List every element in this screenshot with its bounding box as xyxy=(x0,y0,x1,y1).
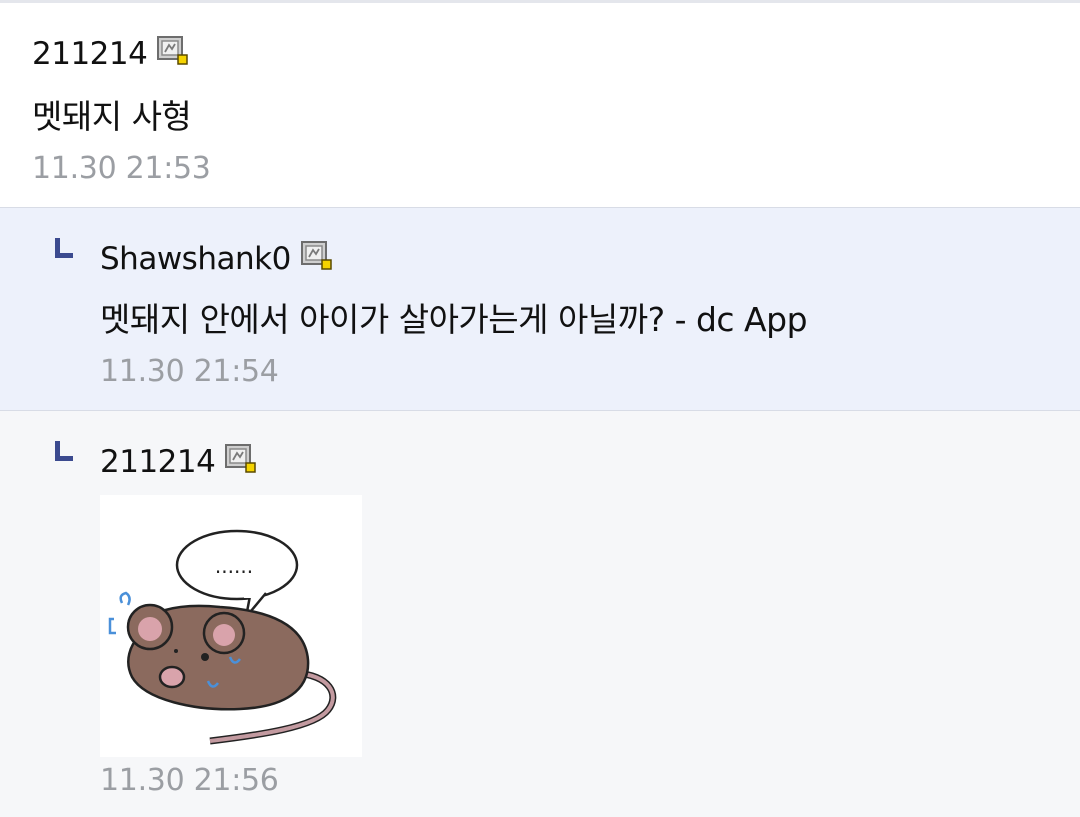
reply-arrow-icon xyxy=(55,238,73,258)
comment-item: 211214 멧돼지 사형 11.30 21:53 xyxy=(0,3,1080,208)
reply-item: Shawshank0 멧돼지 안에서 아이가 살아가는게 아닐까? - dc A… xyxy=(0,208,1080,411)
worried-mouse-sticker[interactable]: ...... xyxy=(100,495,362,757)
mobile-user-icon xyxy=(300,241,333,271)
comment-author[interactable]: Shawshank0 xyxy=(100,241,291,277)
comment-date: 11.30 21:54 xyxy=(100,354,279,389)
reply-item: 211214 ...... 11.30 21:56 xyxy=(0,411,1080,817)
comment-author-row: 211214 xyxy=(100,441,1080,483)
comment-thread: 211214 멧돼지 사형 11.30 21:53 Shawshank0 멧돼지… xyxy=(0,0,1080,817)
reply-arrow-icon xyxy=(55,441,73,461)
comment-date: 11.30 21:56 xyxy=(100,763,279,798)
comment-author-row: Shawshank0 xyxy=(100,238,1080,280)
mobile-user-icon xyxy=(157,36,189,66)
comment-author[interactable]: 211214 xyxy=(32,36,148,72)
comment-author-row: 211214 xyxy=(32,33,1080,75)
comment-text: 멧돼지 안에서 아이가 살아가는게 아닐까? - dc App xyxy=(100,300,808,339)
comment-text: 멧돼지 사형 xyxy=(32,97,192,136)
comment-date: 11.30 21:53 xyxy=(32,151,211,186)
comment-author[interactable]: 211214 xyxy=(100,444,216,480)
mobile-user-icon xyxy=(225,444,257,474)
sticker-speech-text: ...... xyxy=(215,554,253,578)
